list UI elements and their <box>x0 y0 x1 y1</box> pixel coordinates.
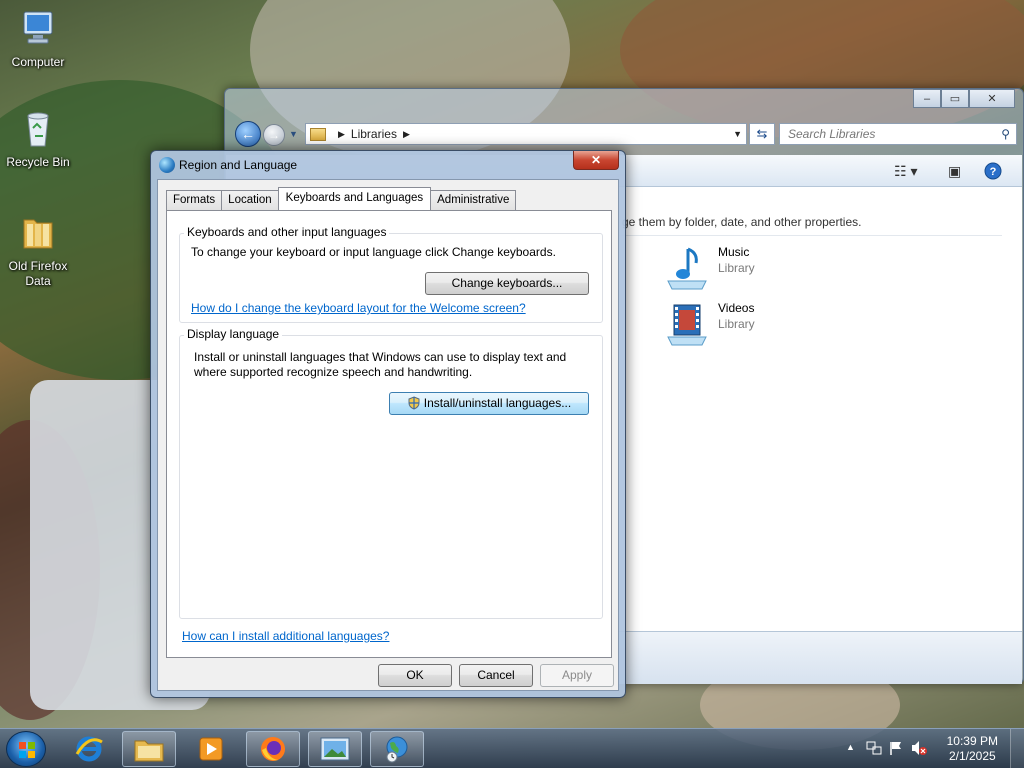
tab-location[interactable]: Location <box>221 190 279 210</box>
music-library-icon <box>667 247 707 290</box>
folder-icon <box>23 219 53 249</box>
divider <box>616 235 1002 236</box>
display-language-text-line2: where supported recognize speech and han… <box>194 365 473 379</box>
region-language-dialog: Region and Language ✕ Formats Location K… <box>150 150 626 698</box>
install-additional-languages-link[interactable]: How can I install additional languages? <box>182 629 389 643</box>
tab-formats[interactable]: Formats <box>166 190 223 210</box>
breadcrumb-separator-icon[interactable]: ▶ <box>338 129 345 140</box>
address-dropdown-icon[interactable]: ▼ <box>733 129 742 139</box>
desktop-icon-recycle-bin[interactable]: Recycle Bin <box>0 108 76 169</box>
back-arrow-icon: ← <box>241 126 255 142</box>
display-language-text-line1: Install or uninstall languages that Wind… <box>194 350 567 364</box>
maximize-button[interactable]: ▭ <box>941 89 969 108</box>
videos-library-icon <box>667 304 707 346</box>
desktop-icon-computer[interactable]: Computer <box>0 8 76 69</box>
library-type: Library <box>718 261 755 275</box>
back-button[interactable]: ← <box>235 121 261 147</box>
close-button[interactable]: ✕ <box>969 89 1015 108</box>
breadcrumb-separator-icon[interactable]: ▶ <box>403 129 410 140</box>
forward-button[interactable]: → <box>263 124 285 146</box>
install-uninstall-languages-button[interactable]: Install/uninstall languages... <box>389 392 589 415</box>
clock-date: 2/1/2025 <box>948 749 996 763</box>
taskbar-internet-explorer[interactable] <box>62 731 116 767</box>
address-bar[interactable]: ▶ Libraries ▶ ▼ <box>305 123 747 145</box>
desktop-icon-old-firefox-data[interactable]: Old Firefox Data <box>0 212 76 289</box>
keyboards-group-text: To change your keyboard or input languag… <box>191 245 556 259</box>
action-center-flag-icon[interactable] <box>888 740 904 756</box>
display-language-group-title: Display language <box>184 327 283 341</box>
network-icon[interactable] <box>866 740 882 756</box>
search-icon: ⚲ <box>1001 127 1010 141</box>
internet-explorer-icon <box>75 736 103 762</box>
breadcrumb-libraries[interactable]: Libraries <box>351 127 397 141</box>
computer-icon <box>23 11 53 44</box>
tab-panel: Keyboards and other input languages To c… <box>166 210 612 658</box>
clock[interactable]: 10:39 PM 2/1/2025 <box>947 734 998 764</box>
search-input[interactable]: Search Libraries ⚲ <box>779 123 1017 145</box>
library-name: Videos <box>718 301 755 315</box>
dialog-close-button[interactable]: ✕ <box>573 151 619 170</box>
minimize-button[interactable]: – <box>913 89 941 108</box>
refresh-icon: ⇆ <box>756 126 768 141</box>
keyboards-group-title: Keyboards and other input languages <box>184 225 390 239</box>
windows-explorer-icon <box>134 740 164 762</box>
change-keyboards-button[interactable]: Change keyboards... <box>425 272 589 295</box>
start-button[interactable] <box>6 731 46 767</box>
picture-viewer-icon <box>320 737 350 761</box>
tab-administrative[interactable]: Administrative <box>430 190 517 210</box>
svg-text:?: ? <box>990 166 997 178</box>
library-item-music[interactable]: Music Library <box>664 245 755 291</box>
help-icon[interactable]: ? <box>984 162 1002 180</box>
media-player-icon <box>199 737 223 761</box>
library-name: Music <box>718 245 750 259</box>
taskbar: ▲ 10:39 PM 2/1/2025 <box>0 728 1024 768</box>
desktop-icon-label: Computer <box>11 55 65 69</box>
taskbar-picture-viewer[interactable] <box>308 731 362 767</box>
recycle-bin-icon <box>27 112 49 147</box>
library-description: ge them by folder, date, and other prope… <box>622 215 862 229</box>
taskbar-region-language[interactable] <box>370 731 424 767</box>
recent-pages-dropdown[interactable]: ▼ <box>289 129 298 139</box>
address-row: ← → ▼ ▶ Libraries ▶ ▼ ⇆ Search Libraries… <box>233 121 1017 147</box>
desktop-icon-label: Recycle Bin <box>6 155 70 169</box>
forward-arrow-icon: → <box>268 128 280 142</box>
install-uninstall-languages-label: Install/uninstall languages... <box>423 396 572 410</box>
desktop-icon-label: Old Firefox Data <box>8 259 68 288</box>
dialog-title: Region and Language <box>179 158 298 172</box>
ok-button[interactable]: OK <box>378 664 452 687</box>
tab-strip: Formats Location Keyboards and Languages… <box>166 187 517 210</box>
region-language-icon <box>386 736 408 763</box>
refresh-button[interactable]: ⇆ <box>749 123 775 145</box>
preview-pane-icon[interactable]: ▣ <box>948 163 961 180</box>
apply-button[interactable]: Apply <box>540 664 614 687</box>
cancel-button[interactable]: Cancel <box>459 664 533 687</box>
show-desktop-button[interactable] <box>1010 729 1024 768</box>
change-view-icon[interactable]: ☷ ▾ <box>894 163 917 180</box>
globe-icon <box>159 157 175 173</box>
welcome-screen-keyboard-link[interactable]: How do I change the keyboard layout for … <box>191 301 526 315</box>
taskbar-windows-explorer[interactable] <box>122 731 176 767</box>
show-hidden-icons-button[interactable]: ▲ <box>846 742 855 752</box>
taskbar-media-player[interactable] <box>184 731 238 767</box>
taskbar-firefox[interactable] <box>246 731 300 767</box>
firefox-icon <box>261 737 285 761</box>
windows-logo-icon <box>19 742 35 758</box>
explorer-window-controls: – ▭ ✕ <box>913 89 1015 108</box>
uac-shield-icon <box>408 396 420 410</box>
library-item-videos[interactable]: Videos Library <box>664 301 755 347</box>
volume-muted-icon[interactable] <box>910 740 928 756</box>
library-type: Library <box>718 317 755 331</box>
search-placeholder: Search Libraries <box>788 127 876 141</box>
libraries-folder-icon <box>310 127 326 141</box>
notification-area: ▲ 10:39 PM 2/1/2025 <box>840 729 1024 768</box>
dialog-body: Formats Location Keyboards and Languages… <box>157 179 619 691</box>
tab-keyboards-and-languages[interactable]: Keyboards and Languages <box>277 187 432 210</box>
clock-time: 10:39 PM <box>946 734 998 748</box>
